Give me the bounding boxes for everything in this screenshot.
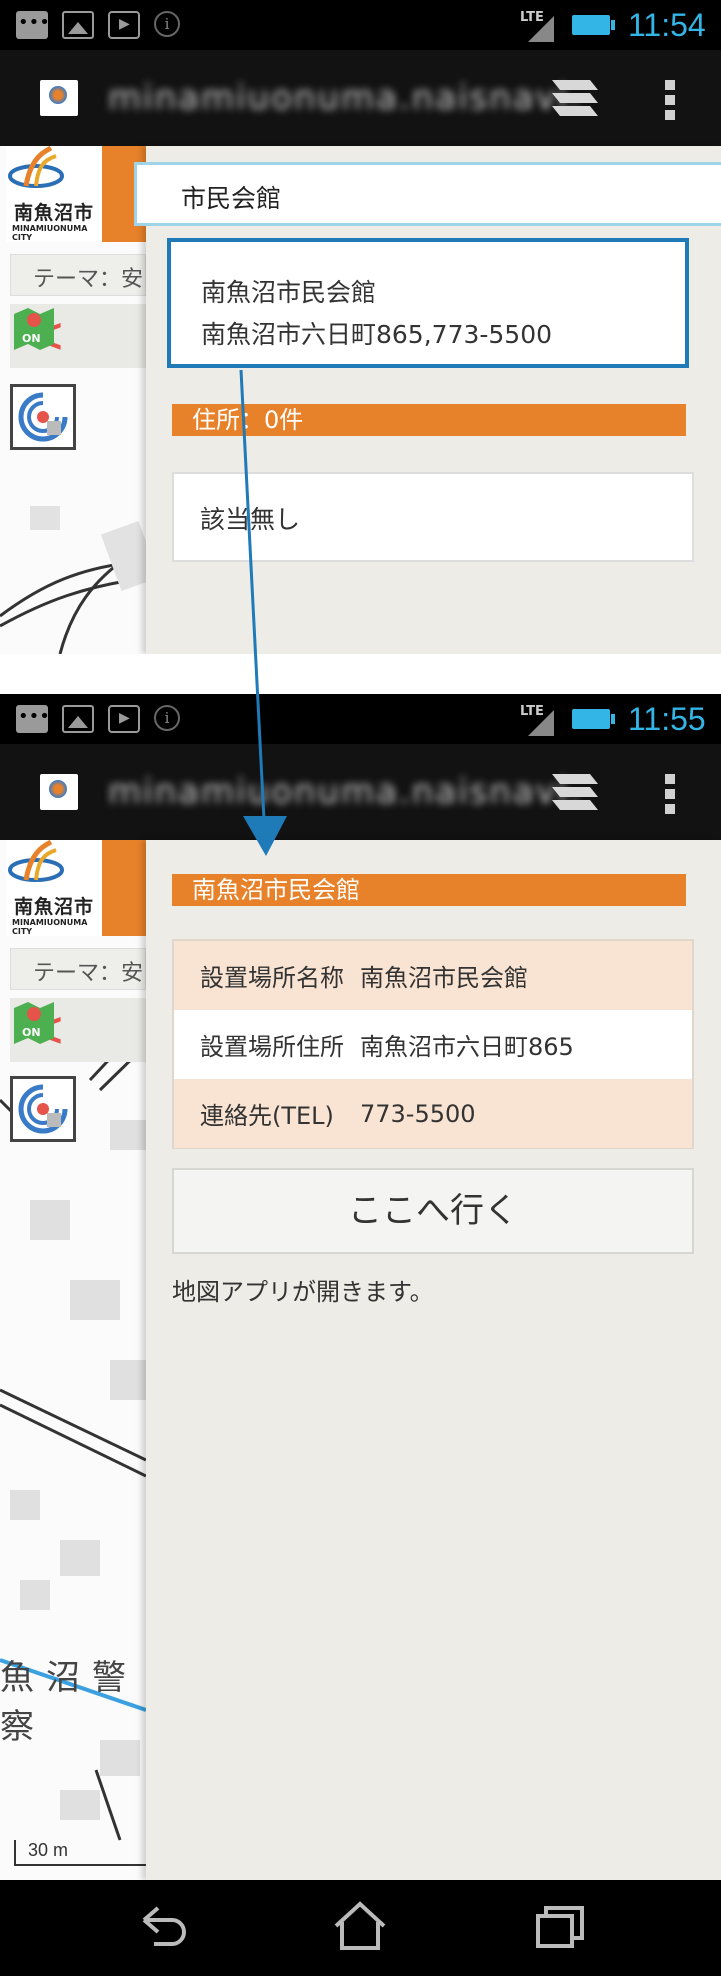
search-input[interactable]: 市民会館	[134, 162, 721, 226]
site-favicon-icon	[40, 774, 78, 810]
address-section-header: 住所：0件	[172, 404, 686, 436]
info-icon: i	[154, 11, 180, 37]
facility-info-table: 設置場所名称 南魚沼市民会館 設置場所住所 南魚沼市六日町865 連絡先(TEL…	[172, 939, 694, 1149]
table-row: 設置場所住所 南魚沼市六日町865	[174, 1010, 692, 1079]
signal-icon	[528, 16, 554, 42]
browser-action-bar-top: minamiuonuma.naisnavi.	[0, 50, 721, 146]
play-store-icon	[108, 705, 140, 733]
theme-selector[interactable]: テーマ：安	[10, 254, 146, 296]
status-bar-top: i LTE 11:54	[0, 0, 721, 50]
map-app-note: 地図アプリが開きます。	[172, 1278, 434, 1306]
overflow-menu-icon[interactable]	[664, 774, 676, 814]
layers-icon[interactable]	[550, 770, 600, 816]
row-key: 連絡先(TEL)	[200, 1102, 334, 1130]
table-row: 連絡先(TEL) 773-5500	[174, 1079, 692, 1148]
status-bar-bottom: i LTE 11:55	[0, 694, 721, 744]
city-logo-mark-icon	[8, 840, 64, 882]
notification-icons: i	[16, 705, 180, 733]
browser-action-bar-bottom: minamiuonuma.naisnavi.	[0, 744, 721, 840]
url-text[interactable]: minamiuonuma.naisnavi.	[108, 772, 582, 812]
map-scale-bar: 30 m	[14, 1840, 146, 1866]
table-row: 設置場所名称 南魚沼市民会館	[174, 941, 692, 1010]
info-icon: i	[154, 705, 180, 731]
no-match-card: 該当無し	[172, 472, 694, 562]
city-logo-text: 南魚沼市	[14, 896, 95, 918]
map-toolbar: < ON	[10, 998, 146, 1062]
city-logo[interactable]: 南魚沼市 MINAMIUONUMA CITY	[6, 146, 102, 242]
notification-icons: i	[16, 11, 180, 39]
city-logo-mark-icon	[8, 146, 64, 188]
map-on-icon[interactable]: ON	[10, 998, 58, 1046]
go-here-button[interactable]: ここへ行く	[172, 1168, 694, 1254]
image-icon	[62, 705, 94, 733]
url-text[interactable]: minamiuonuma.naisnavi.	[108, 78, 582, 118]
more-dots-icon	[16, 11, 50, 39]
facility-title: 南魚沼市民会館	[172, 874, 686, 906]
overflow-menu-icon[interactable]	[664, 80, 676, 120]
clock: 11:54	[628, 7, 706, 43]
theme-selector[interactable]: テーマ：安	[10, 948, 146, 990]
gps-icon	[18, 392, 68, 442]
layers-icon[interactable]	[550, 76, 600, 122]
row-key: 設置場所名称	[200, 964, 344, 992]
gps-locate-button[interactable]	[10, 1076, 76, 1142]
home-icon[interactable]	[330, 1898, 390, 1954]
row-value: 南魚沼市六日町865	[360, 1033, 574, 1061]
city-logo-text: 南魚沼市	[14, 202, 95, 224]
map-strip-bottom[interactable]: 南魚沼市 MINAMIUONUMA CITY テーマ：安 < ON 魚沼警察 3…	[0, 840, 146, 1880]
map-on-icon[interactable]: ON	[10, 304, 58, 352]
map-strip-top[interactable]: 南魚沼市 MINAMIUONUMA CITY テーマ：安 < ON	[0, 146, 146, 654]
search-result-card[interactable]: 南魚沼市民会館 南魚沼市六日町865,773-5500	[167, 238, 689, 368]
signal-icon	[528, 710, 554, 736]
screenshot-gap	[0, 654, 721, 694]
back-icon[interactable]	[130, 1898, 190, 1954]
clock: 11:55	[628, 701, 706, 737]
map-toolbar: < ON	[10, 304, 146, 368]
gps-locate-button[interactable]	[10, 384, 76, 450]
svg-text:ON: ON	[22, 1026, 41, 1039]
gps-icon	[18, 1084, 68, 1134]
city-logo-subtext: MINAMIUONUMA CITY	[12, 224, 88, 242]
city-logo-subtext: MINAMIUONUMA CITY	[12, 918, 88, 936]
map-place-label: 魚沼警察	[0, 1658, 138, 1747]
row-value: 南魚沼市民会館	[360, 964, 528, 992]
image-icon	[62, 11, 94, 39]
row-key: 設置場所住所	[200, 1033, 344, 1061]
result-name: 南魚沼市民会館	[201, 278, 377, 307]
svg-text:ON: ON	[22, 332, 41, 345]
header-orange-block	[102, 840, 146, 936]
recent-apps-icon[interactable]	[530, 1898, 590, 1954]
site-favicon-icon	[40, 80, 78, 116]
battery-icon	[572, 15, 615, 35]
battery-icon	[572, 709, 615, 729]
result-detail: 南魚沼市六日町865,773-5500	[201, 320, 553, 349]
play-store-icon	[108, 11, 140, 39]
system-nav-bar	[0, 1880, 721, 1976]
row-value[interactable]: 773-5500	[360, 1100, 692, 1128]
more-dots-icon	[16, 705, 50, 733]
city-logo[interactable]: 南魚沼市 MINAMIUONUMA CITY	[6, 840, 102, 936]
